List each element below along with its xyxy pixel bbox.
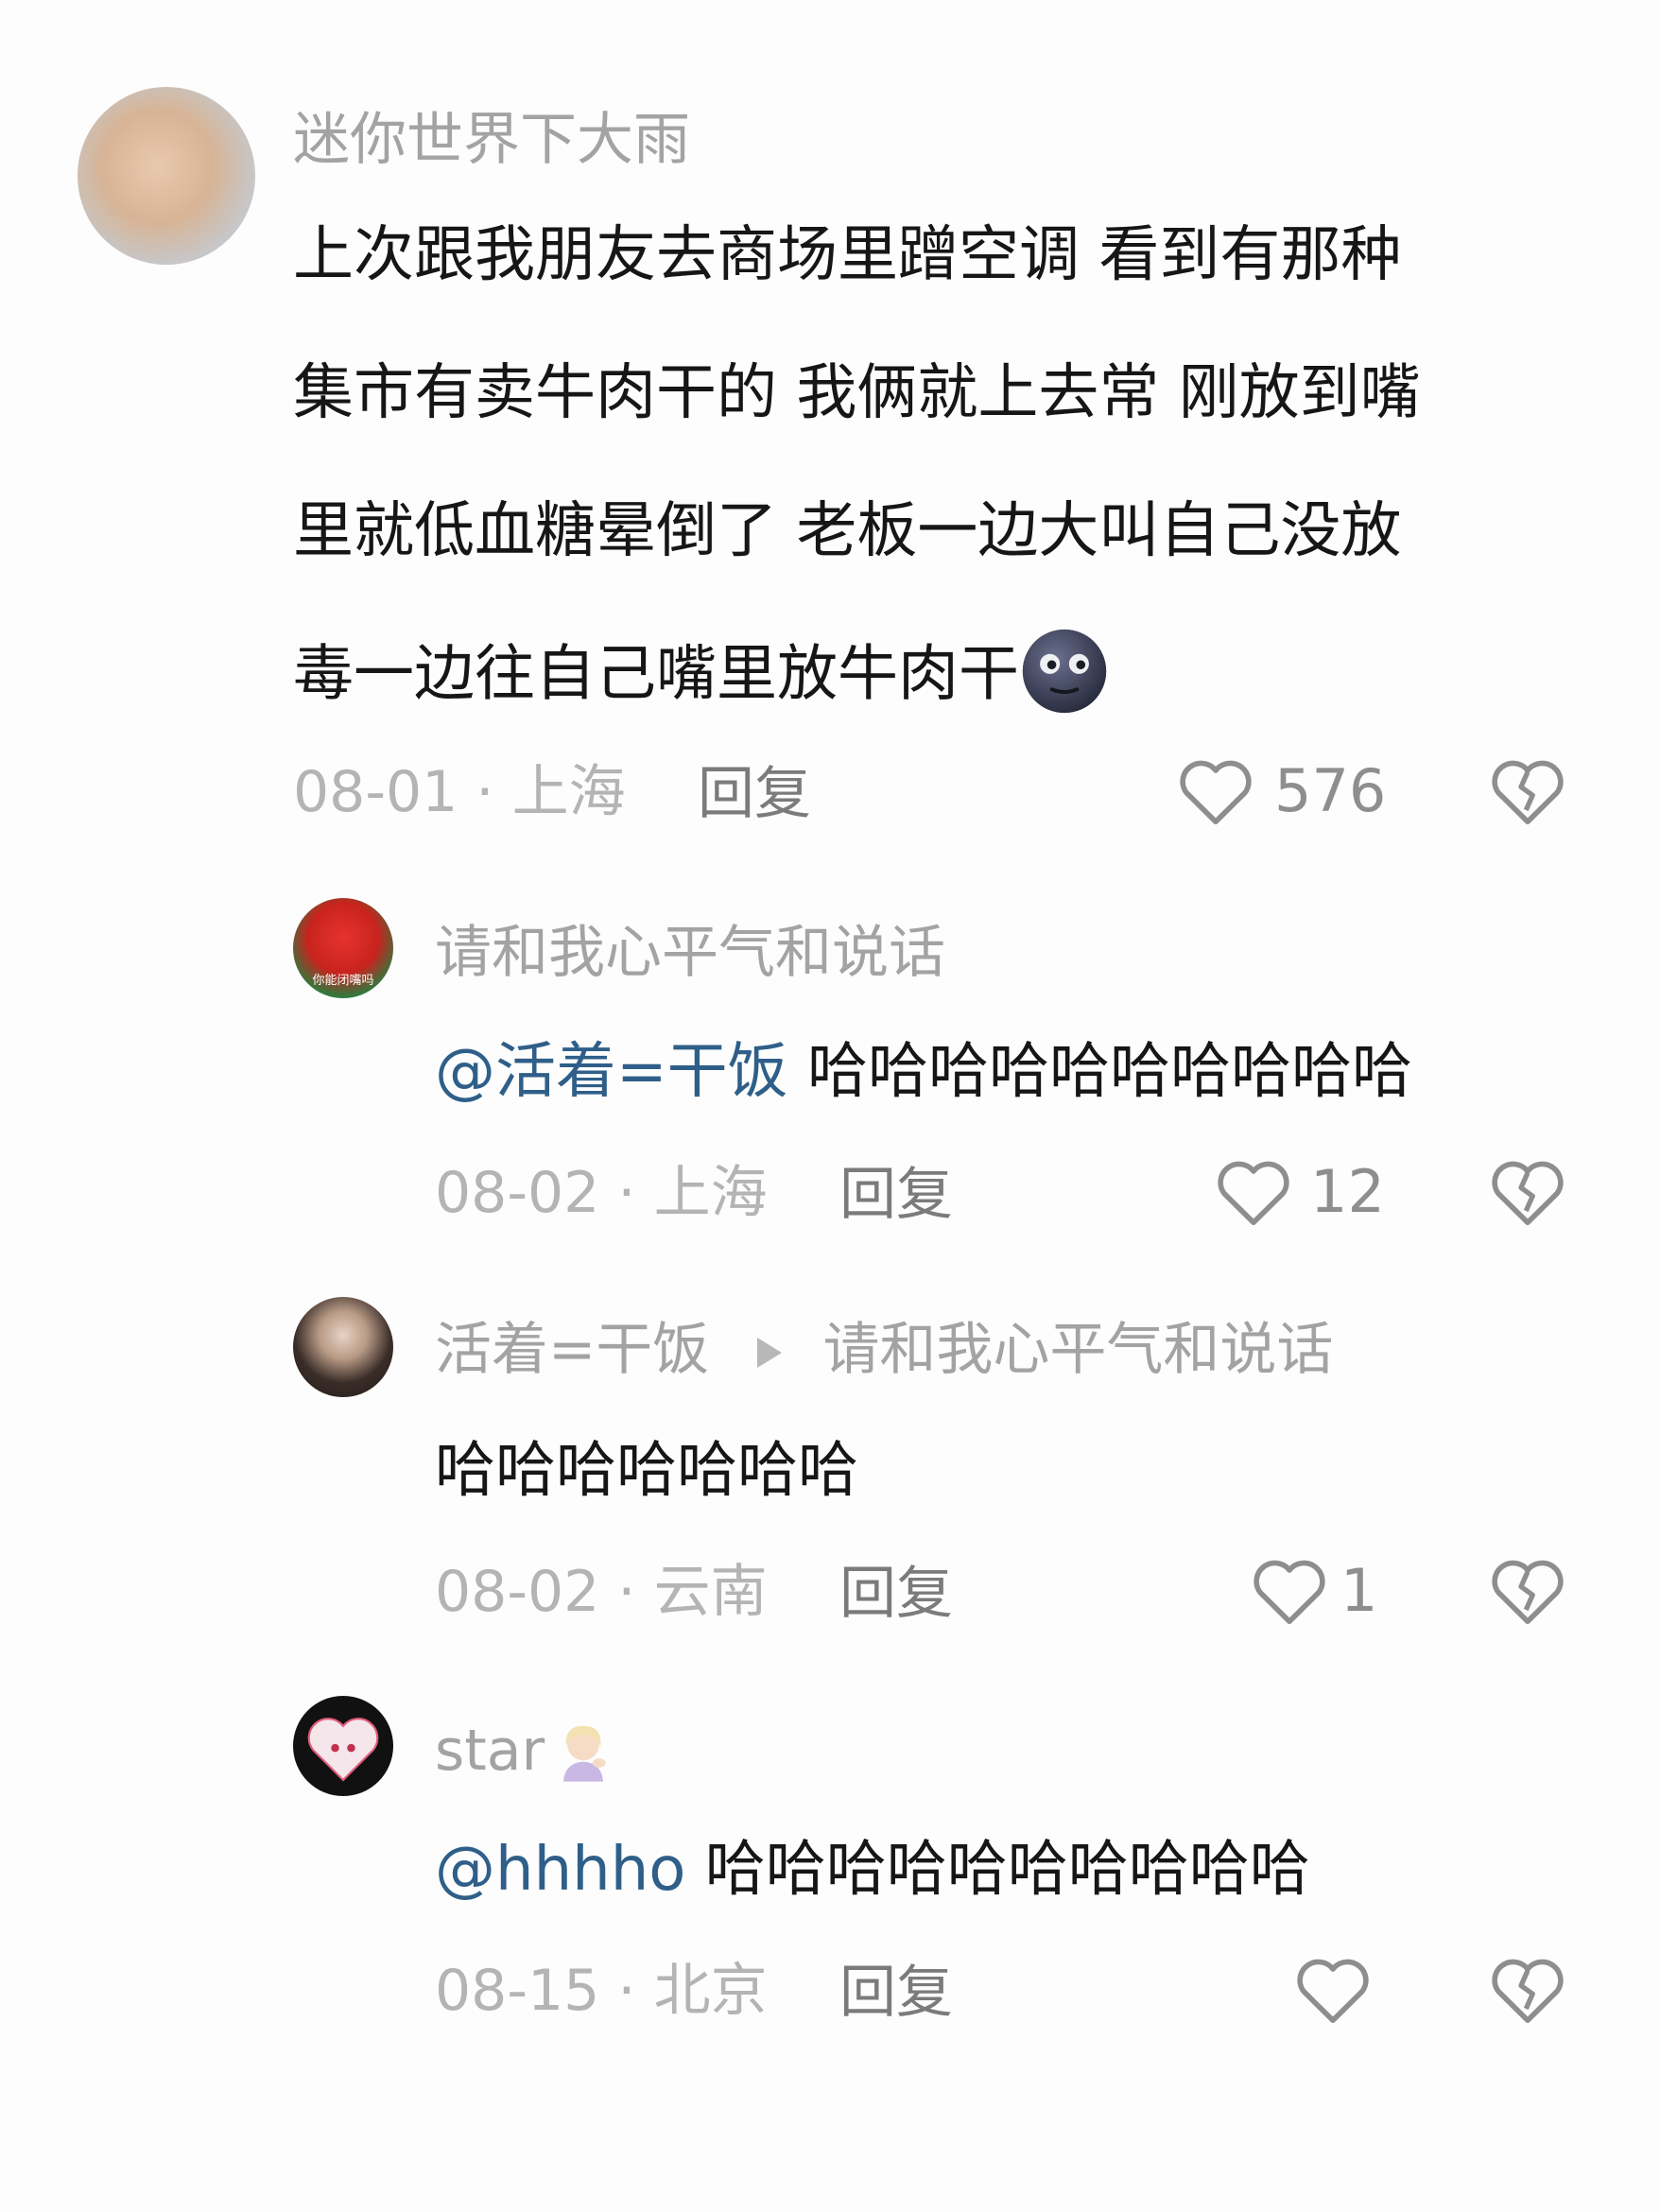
comment-text-line: @活着=干饭 哈哈哈哈哈哈哈哈哈哈 [435, 1042, 1412, 1102]
avatar[interactable] [293, 1297, 393, 1397]
like-count: 576 [1274, 756, 1387, 825]
comment-meta: 08-01 · 上海 [293, 764, 626, 821]
meta-separator: · [599, 1559, 654, 1625]
new-moon-face-icon [1019, 629, 1110, 717]
comment-text: 哈哈哈哈哈哈哈 [435, 1436, 858, 1506]
broken-heart-icon[interactable] [1488, 752, 1567, 828]
comment-text-line: @hhhho 哈哈哈哈哈哈哈哈哈哈 [435, 1840, 1310, 1900]
comment-date: 08-02 [435, 1160, 600, 1226]
like-count: 1 [1340, 1556, 1378, 1625]
comment-text-line: 上次跟我朋友去商场里蹭空调 看到有那种 [293, 220, 1402, 290]
reply-button[interactable]: 回复 [839, 1565, 953, 1622]
broken-heart-icon[interactable] [1488, 1153, 1567, 1229]
comment-date: 08-01 [293, 759, 458, 825]
reply-author[interactable]: 活着=干饭 [435, 1317, 709, 1383]
like-count: 12 [1310, 1157, 1385, 1226]
reply-button[interactable]: 回复 [839, 1166, 953, 1223]
reply-button[interactable]: 回复 [839, 1964, 953, 2021]
meta-separator: · [599, 1958, 654, 2024]
comment-meta: 08-15 · 北京 [435, 1962, 768, 2019]
heart-outline-icon[interactable] [1293, 1951, 1373, 2027]
meta-separator: · [599, 1160, 654, 1226]
play-triangle-icon [753, 1334, 786, 1372]
mention-link[interactable]: @hhhho [435, 1835, 685, 1905]
comment-text: 哈哈哈哈哈哈哈哈哈哈 [806, 1037, 1412, 1107]
comment-date: 08-15 [435, 1958, 600, 2024]
reply-button[interactable]: 回复 [698, 766, 811, 822]
comment-location: 上海 [511, 759, 626, 825]
avatar[interactable] [293, 1696, 393, 1796]
mention-link[interactable]: @活着=干饭 [435, 1037, 788, 1107]
comment-text-line: 集市有卖牛肉干的 我俩就上去常 刚放到嘴 [293, 358, 1421, 428]
comment-location: 云南 [653, 1559, 768, 1625]
comment-username: star [435, 1722, 616, 1783]
person-tipping-hand-icon [550, 1724, 616, 1783]
heart-outline-icon[interactable] [1176, 752, 1255, 828]
avatar-caption: 你能闭嘴吗 [312, 974, 374, 988]
comment-meta: 08-02 · 云南 [435, 1564, 768, 1620]
comment-username: 活着=干饭 请和我心平气和说话 [435, 1322, 1333, 1378]
comment-text-line: 毒一边往自己嘴里放牛肉干 [293, 629, 1110, 717]
comment-date: 08-02 [435, 1559, 600, 1625]
avatar[interactable]: 你能闭嘴吗 [293, 898, 393, 998]
comment-text: 哈哈哈哈哈哈哈哈哈哈 [704, 1835, 1310, 1905]
broken-heart-icon[interactable] [1488, 1951, 1567, 2027]
comment-location: 上海 [653, 1160, 768, 1226]
comment-meta: 08-02 · 上海 [435, 1165, 768, 1221]
meta-separator: · [458, 759, 512, 825]
comment-text: 毒一边往自己嘴里放牛肉干 [293, 639, 1019, 710]
avatar[interactable] [78, 87, 255, 265]
comment-author[interactable]: star [435, 1718, 545, 1784]
comment-username[interactable]: 请和我心平气和说话 [435, 925, 945, 981]
heart-outline-icon[interactable] [1214, 1153, 1293, 1229]
comment-text-line: 里就低血糖晕倒了 老板一边大叫自己没放 [293, 496, 1402, 566]
comment-username[interactable]: 迷你世界下大雨 [293, 112, 690, 168]
reply-target[interactable]: 请和我心平气和说话 [822, 1317, 1333, 1383]
broken-heart-icon[interactable] [1488, 1552, 1567, 1628]
comment-location: 北京 [653, 1958, 768, 2024]
heart-outline-icon[interactable] [1250, 1552, 1329, 1628]
